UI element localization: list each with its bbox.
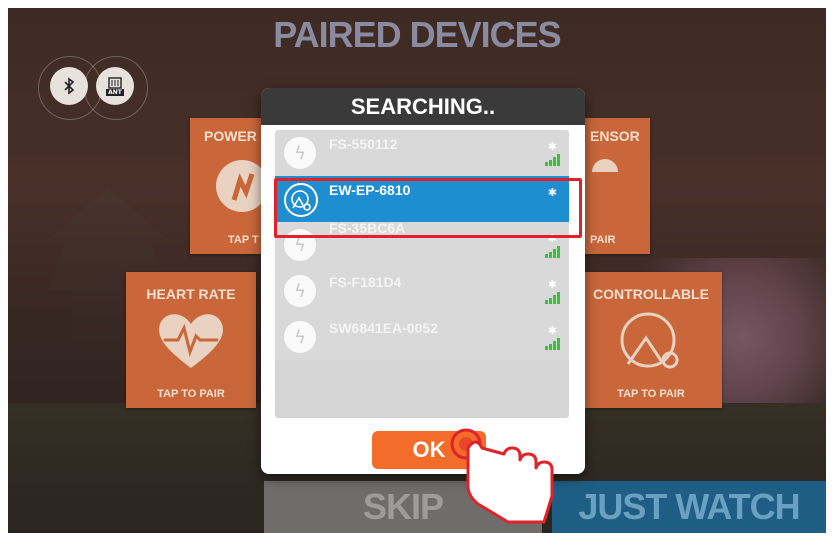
heart-icon <box>159 314 223 368</box>
dialog-title: SEARCHING.. <box>261 88 585 125</box>
device-icon: ϟ <box>284 137 316 169</box>
bluetooth-icon: ✱ <box>547 324 557 337</box>
signal-strength-icon <box>545 246 561 258</box>
heart-rate-tap-label: TAP TO PAIR <box>157 388 225 400</box>
signal-strength-icon <box>545 292 561 304</box>
just-watch-button[interactable]: JUST WATCH <box>552 481 826 533</box>
bluetooth-icon <box>50 67 88 105</box>
selection-highlight <box>274 178 582 238</box>
controllable-tile[interactable]: CONTROLLABLE TAP TO PAIR <box>580 272 722 408</box>
device-icon: ϟ <box>284 321 316 353</box>
device-icon: ϟ <box>284 275 316 307</box>
signal-strength-icon <box>545 338 561 350</box>
controllable-tap-label: TAP TO PAIR <box>617 388 685 400</box>
device-name: SW6841EA-0052 <box>329 320 438 336</box>
searching-dialog: SEARCHING.. ϟ FS-550112 ✱ EW-EP-6810 ✱ ϟ… <box>261 88 585 474</box>
controllable-label: CONTROLLABLE <box>593 286 709 302</box>
tap-hand-icon <box>450 428 554 524</box>
heart-rate-label: HEART RATE <box>146 286 236 302</box>
connection-badges: ANT <box>38 56 168 120</box>
device-list[interactable]: ϟ FS-550112 ✱ EW-EP-6810 ✱ ϟ FS-35BC6A ✱… <box>275 130 569 418</box>
sensor-label: ENSOR <box>590 128 640 144</box>
sensor-tile[interactable]: ENSOR PAIR <box>580 118 650 254</box>
ant-icon: ANT <box>96 67 134 105</box>
sensor-tap-label: PAIR <box>590 234 616 246</box>
page-title: PAIRED DEVICES <box>273 14 561 55</box>
device-row[interactable]: ϟ SW6841EA-0052 ✱ <box>275 314 569 360</box>
bluetooth-icon: ✱ <box>547 140 557 153</box>
device-name: FS-550112 <box>329 136 398 152</box>
trainer-icon <box>620 312 679 369</box>
speedometer-icon <box>592 159 618 172</box>
device-name: FS-F181D4 <box>329 274 402 290</box>
device-row[interactable]: ϟ FS-550112 ✱ <box>275 130 569 176</box>
signal-strength-icon <box>545 154 561 166</box>
game-screen: PAIRED DEVICES ANT POWER TAP T ENSOR PAI… <box>8 8 826 533</box>
heart-rate-tile[interactable]: HEART RATE TAP TO PAIR <box>126 272 256 408</box>
bluetooth-icon: ✱ <box>547 278 557 291</box>
device-row[interactable]: ϟ FS-F181D4 ✱ <box>275 268 569 314</box>
ant-label: ANT <box>106 88 124 96</box>
